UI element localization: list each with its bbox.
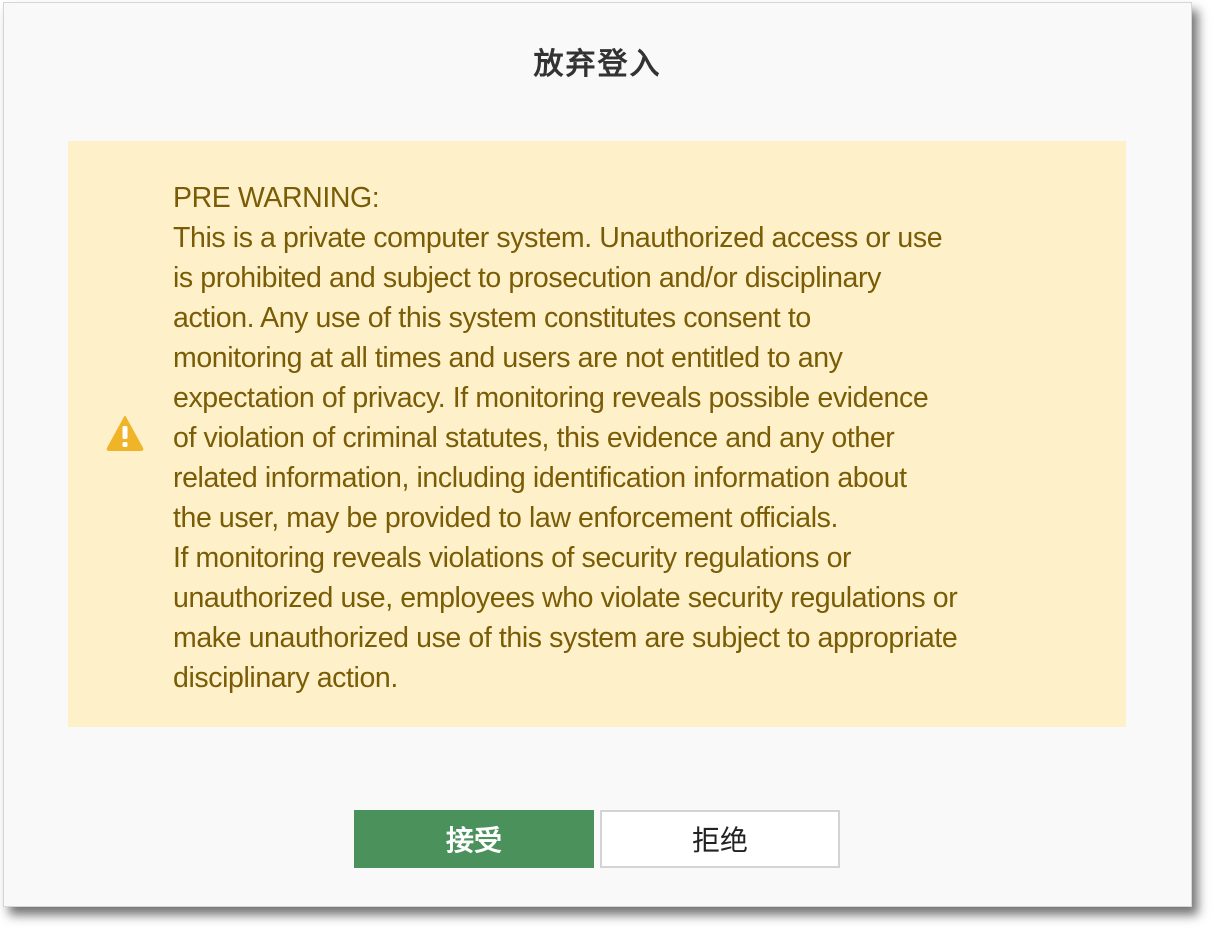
warning-message: PRE WARNING: This is a private computer … (173, 178, 1113, 698)
warning-banner: PRE WARNING: This is a private computer … (68, 141, 1126, 727)
warning-line: PRE WARNING: (173, 182, 380, 214)
warning-line: If monitoring reveals violations of secu… (173, 542, 852, 574)
warning-triangle-icon (106, 415, 144, 451)
warning-line: action. Any use of this system constitut… (173, 302, 811, 334)
warning-line: make unauthorized use of this system are… (173, 622, 958, 654)
warning-line: expectation of privacy. If monitoring re… (173, 382, 929, 414)
warning-line: disciplinary action. (173, 662, 398, 694)
warning-line: monitoring at all times and users are no… (173, 342, 843, 374)
login-warning-dialog: 放弃登入 PRE WARNING: This is a private comp… (3, 2, 1192, 907)
warning-line: This is a private computer system. Unaut… (173, 222, 943, 254)
dialog-title: 放弃登入 (533, 47, 662, 82)
warning-line: of violation of criminal statutes, this … (173, 422, 895, 454)
warning-line: unauthorized use, employees who violate … (173, 582, 958, 614)
warning-line: the user, may be provided to law enforce… (173, 502, 839, 534)
reject-button[interactable]: 拒绝 (600, 810, 840, 868)
accept-button[interactable]: 接受 (354, 810, 594, 868)
warning-line: is prohibited and subject to prosecution… (173, 262, 881, 294)
warning-line: related information, including identific… (173, 462, 907, 494)
